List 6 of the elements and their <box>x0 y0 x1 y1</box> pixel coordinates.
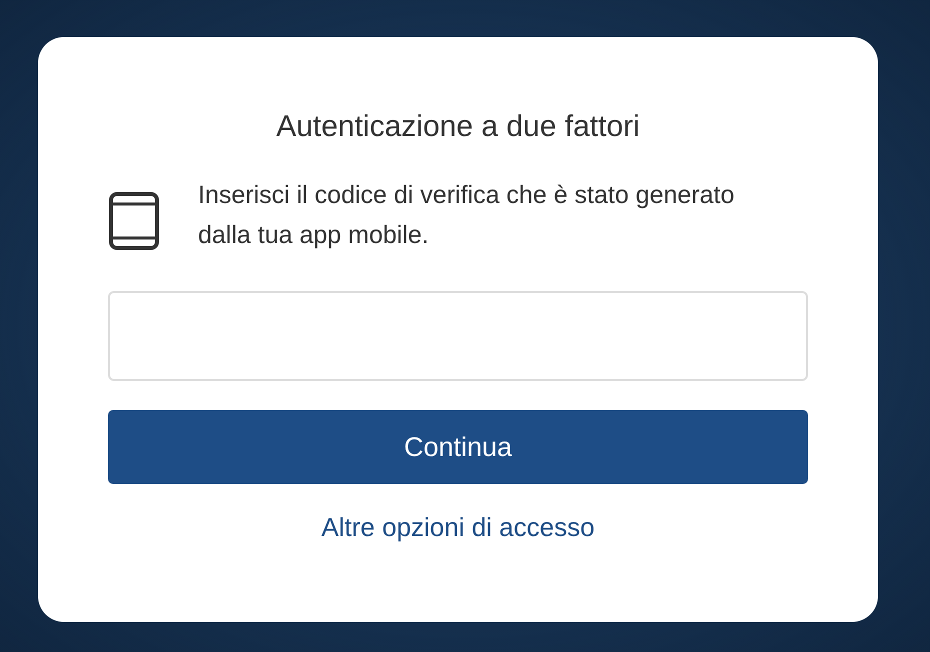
other-options-link[interactable]: Altre opzioni di accesso <box>321 508 595 547</box>
code-field[interactable] <box>108 291 808 381</box>
dialog-title: Autenticazione a due fattori <box>275 109 641 145</box>
instruction-text: Inserisci il codice di verifica che è stato generato dalla tua app mobile. <box>198 180 736 251</box>
tablet-icon <box>108 191 160 251</box>
continue-button[interactable]: Continua <box>108 410 808 484</box>
